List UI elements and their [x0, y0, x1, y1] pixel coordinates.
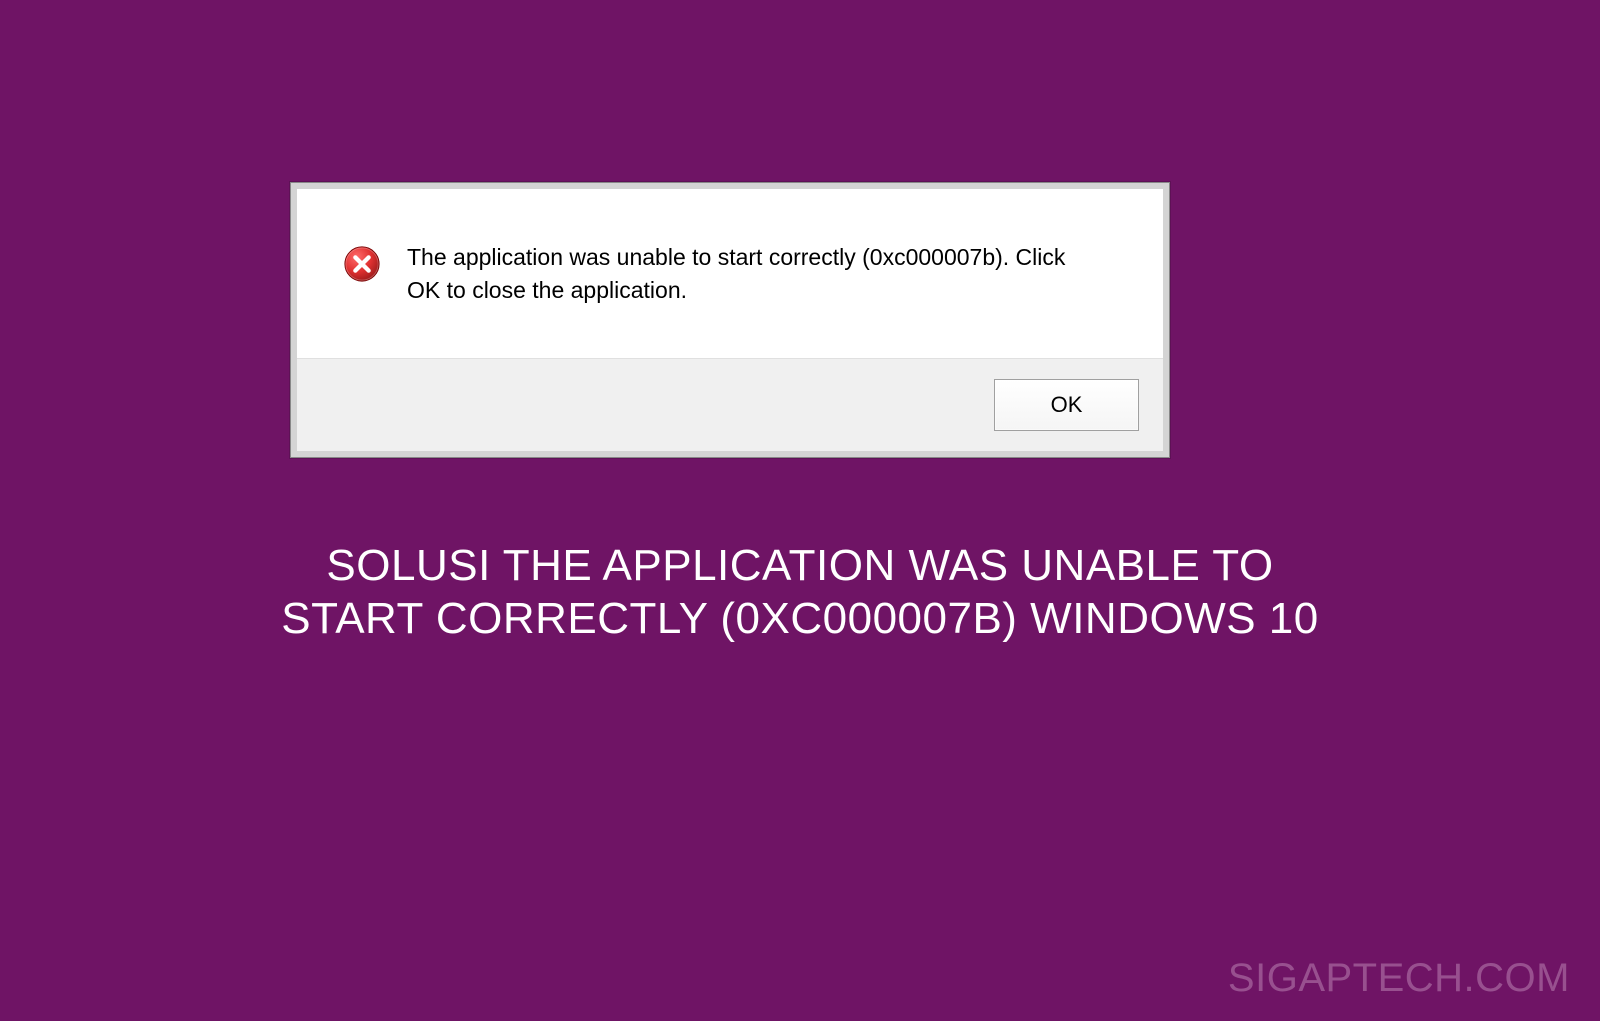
ok-button[interactable]: OK	[994, 379, 1139, 431]
error-icon	[343, 245, 381, 283]
headline-text: SOLUSI THE APPLICATION WAS UNABLE TO STA…	[250, 540, 1350, 646]
dialog-inner: The application was unable to start corr…	[297, 189, 1163, 451]
dialog-body: The application was unable to start corr…	[297, 189, 1163, 358]
watermark-text: SIGAPTECH.COM	[1228, 956, 1570, 1001]
dialog-message: The application was unable to start corr…	[407, 239, 1103, 308]
dialog-footer: OK	[297, 358, 1163, 451]
error-dialog: The application was unable to start corr…	[290, 182, 1170, 458]
